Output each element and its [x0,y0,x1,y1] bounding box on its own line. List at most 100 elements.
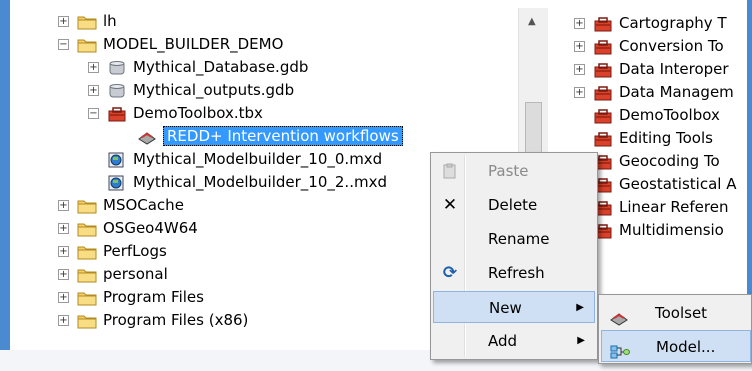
tree-item-label: lh [103,12,117,30]
toolbox-item[interactable]: + Conversion To [574,35,724,58]
folder-icon [77,14,97,30]
toolbox-item-label: Cartography T [619,14,727,32]
tree-item[interactable]: + MSOCache [58,194,184,217]
tree-item[interactable]: + Mythical_outputs.gdb [88,79,294,102]
refresh-icon: ⟳ [442,263,458,283]
toolbox-icon [593,85,613,101]
expand-icon[interactable]: + [58,223,69,234]
menu-item-label: Rename [488,230,550,248]
expand-icon[interactable]: + [58,269,69,280]
tree-item[interactable]: REDD+ Intervention workflows [118,125,403,148]
menu-item-rename[interactable]: Rename [433,223,595,255]
menu-item-paste[interactable]: Paste [433,155,595,187]
menu-item-refresh[interactable]: ⟳ Refresh [433,257,595,289]
submenu-item-label: Toolset [655,304,708,322]
model-builder-icon [610,339,630,359]
submenu-arrow-icon: ▶ [576,302,584,313]
expand-icon[interactable]: + [58,246,69,257]
toolbox-icon [593,16,613,32]
toolbox-item-label: Data Interoper [619,60,729,78]
tree-item-label: Program Files (x86) [103,311,249,329]
expand-icon[interactable]: + [58,292,69,303]
tree-item-label: DemoToolbox.tbx [133,104,263,122]
folder-icon [77,221,97,237]
toolbox-item-label: Editing Tools [619,129,713,147]
tree-item-label: Mythical_Database.gdb [133,58,309,76]
tree-item-label: Mythical_Modelbuilder_10_0.mxd [133,150,383,168]
folder-icon [77,267,97,283]
database-icon [107,83,127,99]
toolbox-item[interactable]: + Data Interoper [574,58,729,81]
menu-item-label: Refresh [488,264,545,282]
toolbox-icon [593,62,613,78]
menu-item-label: Paste [488,162,529,180]
tree-item-label: Mythical_Modelbuilder_10_2..mxd [133,173,387,191]
tree-item[interactable]: + OSGeo4W64 [58,217,198,240]
tree-item-label: Program Files [103,288,204,306]
submenu-arrow-icon: ▶ [577,335,585,346]
tree-item[interactable]: + lh [58,10,117,33]
menu-item-label: Delete [488,196,538,214]
toolbox-item[interactable]: + Cartography T [574,12,727,35]
toolbox-item[interactable]: Geostatistical A [593,173,736,196]
menu-item-add[interactable]: Add ▶ [433,325,595,357]
tree-item[interactable]: − DemoToolbox.tbx [88,102,263,125]
tree-item-label: OSGeo4W64 [103,219,198,237]
folder-icon [77,290,97,306]
toolbox-item-label: Data Managem [619,83,734,101]
tree-item[interactable]: Mythical_Modelbuilder_10_0.mxd [88,148,382,171]
menu-item-new[interactable]: New ▶ [433,291,595,323]
tree-item-label: personal [103,265,168,283]
menu-item-label: New [489,299,522,317]
toolbox-icon [107,106,127,122]
expand-icon[interactable]: + [88,62,99,73]
map-document-icon [107,175,127,191]
folder-icon [77,37,97,53]
tree-item-label: MSOCache [103,196,184,214]
delete-icon: ✕ [442,195,458,215]
toolbox-item[interactable]: + Data Managem [574,81,734,104]
folder-icon [77,198,97,214]
expand-icon[interactable]: + [574,41,585,52]
toolbox-item-label: Conversion To [619,37,724,55]
toolbox-item-label: Geostatistical A [619,175,737,193]
tree-item[interactable]: + Mythical_Database.gdb [88,56,308,79]
toolset-icon [609,305,629,326]
tree-item-label: Mythical_outputs.gdb [133,81,295,99]
toolbox-item-label: Geocoding To [619,152,720,170]
expand-icon[interactable]: + [58,200,69,211]
menu-item-delete[interactable]: ✕ Delete [433,189,595,221]
toolbox-item[interactable]: Geocoding To [593,150,720,173]
submenu-item-toolset[interactable]: Toolset [601,297,751,329]
toolbox-item[interactable]: Editing Tools [593,127,713,150]
new-submenu: Toolset Model... [598,294,752,364]
model-icon [137,129,157,145]
toolbox-icon [593,131,613,147]
expand-icon[interactable]: + [58,315,69,326]
tree-item[interactable]: Mythical_Modelbuilder_10_2..mxd [88,171,387,194]
tree-item-label: MODEL_BUILDER_DEMO [103,35,284,53]
collapse-icon[interactable]: − [58,39,69,50]
tree-item[interactable]: + Program Files [58,286,204,309]
submenu-item-label: Model... [656,338,716,356]
expand-icon[interactable]: + [574,18,585,29]
tree-item[interactable]: + Program Files (x86) [58,309,248,332]
toolbox-icon [593,39,613,55]
toolbox-item[interactable]: Multidimensio [593,219,724,242]
expand-icon[interactable]: + [574,64,585,75]
collapse-icon[interactable]: − [88,108,99,119]
database-icon [107,60,127,76]
folder-icon [77,244,97,260]
tree-item[interactable]: + PerfLogs [58,240,167,263]
expand-icon[interactable]: + [574,87,585,98]
tree-item-label: REDD+ Intervention workflows [163,126,403,146]
tree-item[interactable]: − MODEL_BUILDER_DEMO [58,33,283,56]
scroll-up-arrow-icon[interactable]: ▲ [528,16,536,27]
toolbox-item[interactable]: Linear Referen [593,196,728,219]
submenu-item-model[interactable]: Model... [601,330,751,362]
toolbox-item-label: Multidimensio [619,221,724,239]
toolbox-item[interactable]: DemoToolbox [593,104,720,127]
expand-icon[interactable]: + [88,85,99,96]
tree-item[interactable]: + personal [58,263,168,286]
expand-icon[interactable]: + [58,16,69,27]
